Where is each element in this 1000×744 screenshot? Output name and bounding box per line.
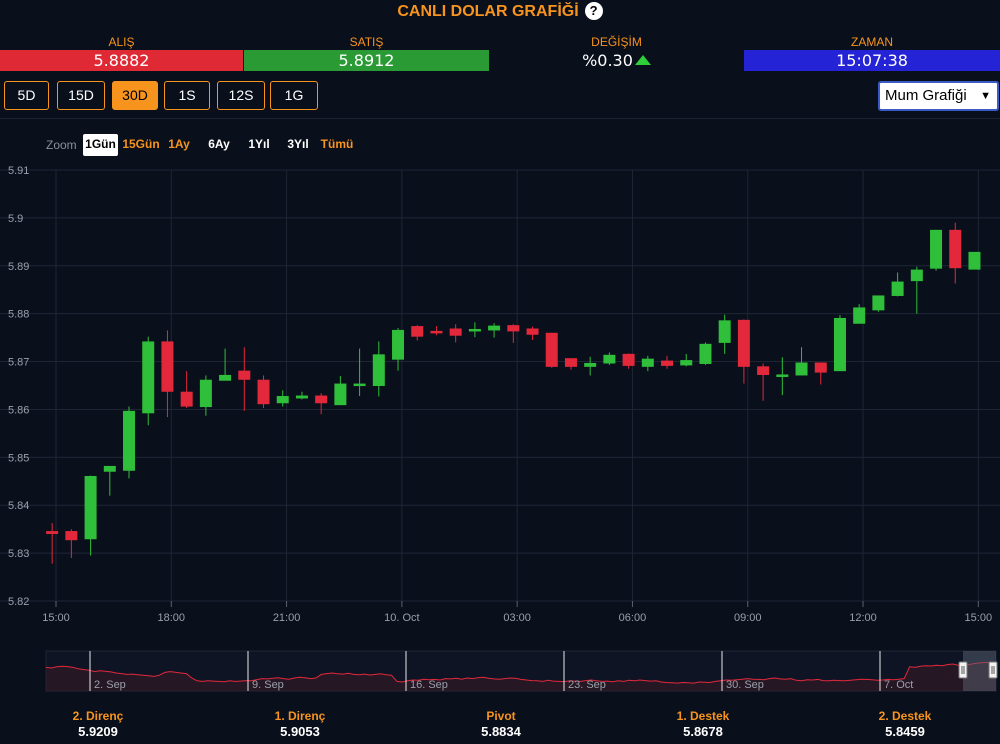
y-tick-label: 5.89 (8, 261, 29, 273)
candle-body (526, 328, 539, 335)
pivot-label: 1. Direnç (274, 709, 326, 723)
candle-body (123, 410, 136, 471)
x-tick-label: 03:00 (503, 612, 531, 624)
candle-body (853, 307, 866, 324)
navigator-handle[interactable] (958, 661, 968, 679)
candle-body (930, 229, 943, 269)
y-tick-label: 5.91 (8, 165, 29, 177)
navigator-handle[interactable] (988, 661, 998, 679)
x-tick-label: 06:00 (619, 612, 647, 624)
candle-body (622, 353, 635, 366)
pivot-direnc-2: 2. Direnç 5.9209 (38, 709, 158, 740)
candle-body (699, 343, 712, 364)
y-tick-label: 5.85 (8, 452, 29, 464)
candle-body (257, 379, 270, 405)
y-tick-label: 5.87 (8, 357, 29, 369)
candle-body (372, 354, 385, 386)
candle-body (65, 531, 78, 541)
y-tick-label: 5.9 (8, 213, 23, 225)
candle-body (411, 326, 424, 337)
pivot-label: 2. Direnç (72, 709, 124, 723)
candle-body (680, 360, 693, 366)
x-tick-label: 10. Oct (384, 612, 419, 624)
x-tick-label: 15:00 (42, 612, 70, 624)
x-tick-label: 18:00 (158, 612, 186, 624)
candle-body (795, 362, 808, 376)
candle-body (564, 358, 577, 367)
y-tick-label: 5.84 (8, 500, 29, 512)
navigator-tick-label: 2. Sep (94, 679, 126, 691)
navigator-tick-label: 23. Sep (568, 679, 606, 691)
y-tick-label: 5.86 (8, 404, 29, 416)
candle-body (315, 395, 328, 404)
candle-body (449, 328, 462, 336)
candle-body (334, 383, 347, 406)
pivot-value: 5.8459 (885, 724, 925, 739)
candle-body (661, 360, 674, 366)
pivot-label: 1. Destek (676, 709, 730, 723)
y-tick-label: 5.82 (8, 596, 29, 608)
x-tick-label: 15:00 (965, 612, 993, 624)
pivot-label: 2. Destek (878, 709, 932, 723)
candle-body (545, 332, 558, 367)
candle-body (295, 395, 308, 399)
candle-body (584, 362, 597, 367)
navigator-tick-label: 9. Sep (252, 679, 284, 691)
pivot-direnc-1: 1. Direnç 5.9053 (240, 709, 360, 740)
candle-body (872, 295, 885, 311)
candle-body (814, 362, 827, 373)
candle-body (833, 317, 846, 372)
pivot-value: 5.9209 (78, 724, 118, 739)
x-tick-label: 12:00 (849, 612, 877, 624)
navigator-tick-label: 30. Sep (726, 679, 764, 691)
candle-body (776, 374, 789, 377)
pivot-destek-1: 1. Destek 5.8678 (643, 709, 763, 740)
candle-body (276, 396, 289, 404)
y-tick-label: 5.83 (8, 548, 29, 560)
candle-body (199, 379, 212, 408)
candle-body (103, 465, 116, 472)
pivot-destek-2: 2. Destek 5.8459 (845, 709, 965, 740)
candle-body (718, 320, 731, 343)
pivot-value: 5.8834 (481, 724, 521, 739)
pivot-value: 5.9053 (280, 724, 320, 739)
candle-body (46, 531, 59, 534)
candle-body (392, 329, 405, 360)
y-tick-label: 5.88 (8, 309, 29, 321)
candle-body (641, 358, 654, 367)
candle-body (737, 319, 750, 367)
navigator-tick-label: 7. Oct (884, 679, 913, 691)
candle-body (353, 383, 366, 387)
candle-body (219, 374, 232, 381)
candle-body (468, 328, 481, 332)
pivot-pivot: Pivot 5.8834 (441, 709, 561, 740)
pivot-value: 5.8678 (683, 724, 723, 739)
candle-body (238, 370, 251, 380)
candle-body (603, 354, 616, 364)
candle-body (910, 269, 923, 282)
candle-body (507, 325, 520, 332)
candle-body (161, 341, 174, 392)
candle-body (430, 330, 443, 334)
candle-body (757, 366, 770, 375)
candle-body (488, 325, 501, 331)
x-tick-label: 09:00 (734, 612, 762, 624)
candlestick-chart[interactable]: 5.91 5.9 5.89 5.88 5.87 5.86 5.85 5.84 5.83 5.82 1… (0, 0, 1000, 744)
candle-body (949, 229, 962, 269)
candle-body (968, 251, 981, 270)
candle-body (180, 391, 193, 407)
candle-body (891, 281, 904, 296)
navigator-tick-label: 16. Sep (410, 679, 448, 691)
pivot-label: Pivot (486, 709, 516, 723)
candle-body (142, 341, 155, 414)
candle-body (84, 475, 97, 540)
x-tick-label: 21:00 (273, 612, 301, 624)
